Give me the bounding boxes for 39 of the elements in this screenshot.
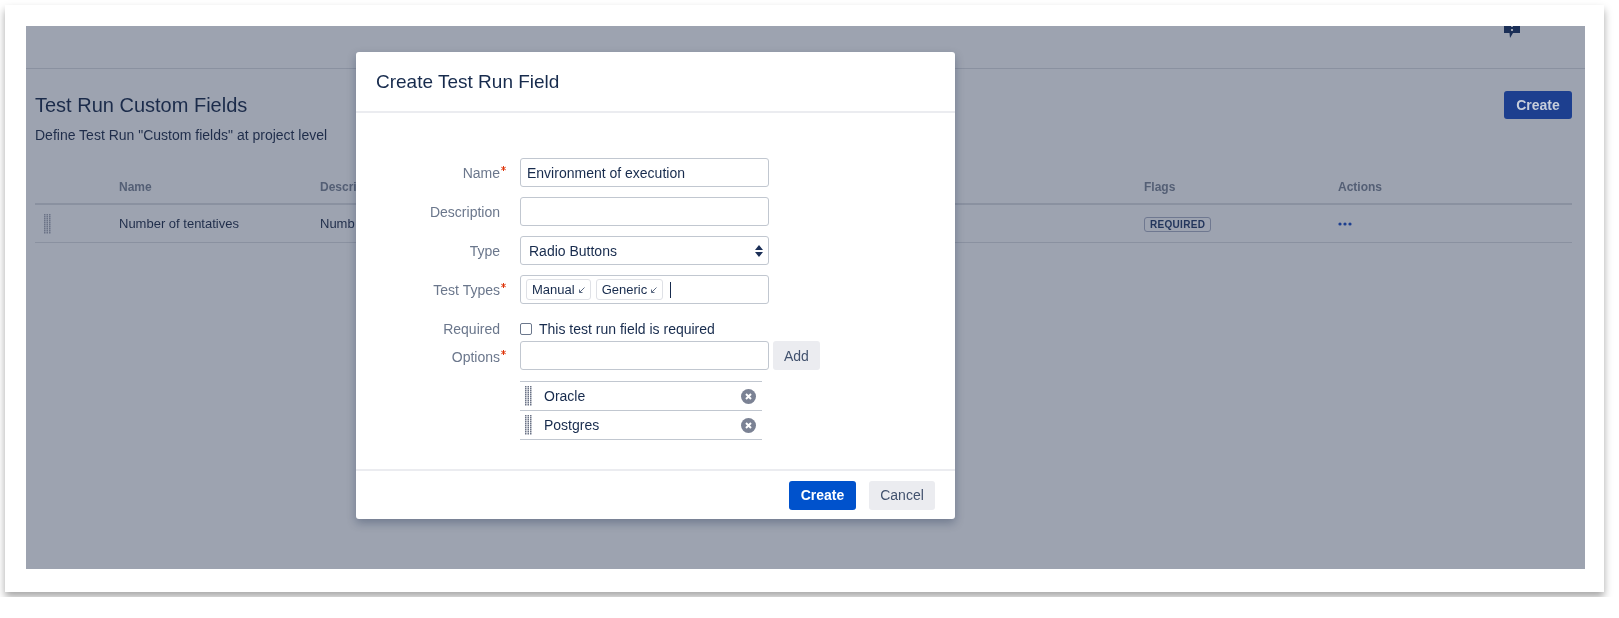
field-label: Type — [469, 243, 500, 259]
field-label: Required — [443, 321, 500, 337]
required-icon — [501, 166, 506, 171]
create-button[interactable]: Create — [789, 480, 856, 510]
column-header: Descri — [320, 180, 358, 194]
page-description: Define Test Run "Custom fields" at project level — [35, 127, 329, 143]
field-label: Test Types — [433, 282, 500, 298]
field-label: Description — [429, 204, 500, 220]
required-icon — [501, 350, 506, 355]
cancel-button[interactable]: Cancel — [869, 480, 935, 510]
column-header: Name — [119, 180, 153, 194]
table-cell-text: Numb — [320, 216, 356, 231]
drag-handle-icon — [525, 386, 532, 406]
required-icon — [501, 283, 506, 288]
add-button[interactable]: Add — [773, 341, 820, 370]
dialog-title: Create Test Run Field — [376, 70, 560, 93]
sort-arrows-icon — [755, 244, 763, 257]
table-cell-text: Number of tentatives — [119, 216, 240, 231]
checkbox[interactable] — [520, 323, 532, 335]
tag[interactable]: Generic — [595, 279, 664, 300]
more-icon — [1338, 221, 1352, 226]
drag-handle-icon — [44, 213, 51, 234]
option-item: Postgres — [544, 417, 601, 433]
column-header: Actions — [1338, 180, 1383, 194]
checkbox-label: This test run field is required — [539, 321, 715, 337]
drag-handle-icon — [525, 415, 532, 435]
create-button[interactable]: Create — [1504, 91, 1572, 119]
type-dropdown[interactable]: Radio Buttons — [520, 236, 769, 265]
option-item: Oracle — [544, 388, 587, 404]
input-field[interactable] — [520, 341, 769, 370]
tags-field[interactable]: Manual Generic — [520, 275, 769, 304]
input-field[interactable]: Environment of execution — [520, 158, 769, 187]
input-field[interactable] — [520, 197, 769, 226]
field-label: Name — [462, 165, 500, 181]
column-header: Flags — [1144, 180, 1177, 194]
tag[interactable]: Manual — [526, 279, 591, 300]
page-title: Test Run Custom Fields — [35, 93, 248, 117]
field-label: Options — [451, 349, 500, 365]
flag-label: REQUIRED — [1144, 217, 1212, 232]
